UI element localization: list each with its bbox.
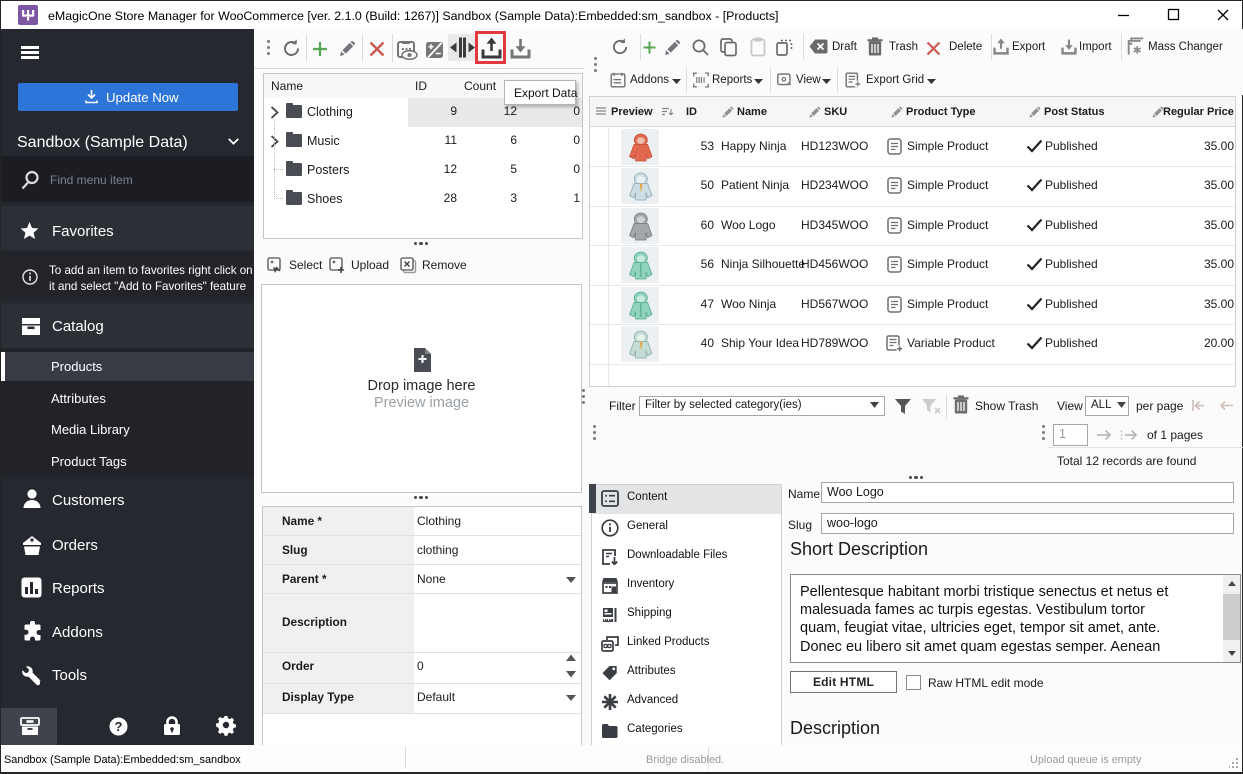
svg-text:?: ?: [115, 719, 123, 734]
